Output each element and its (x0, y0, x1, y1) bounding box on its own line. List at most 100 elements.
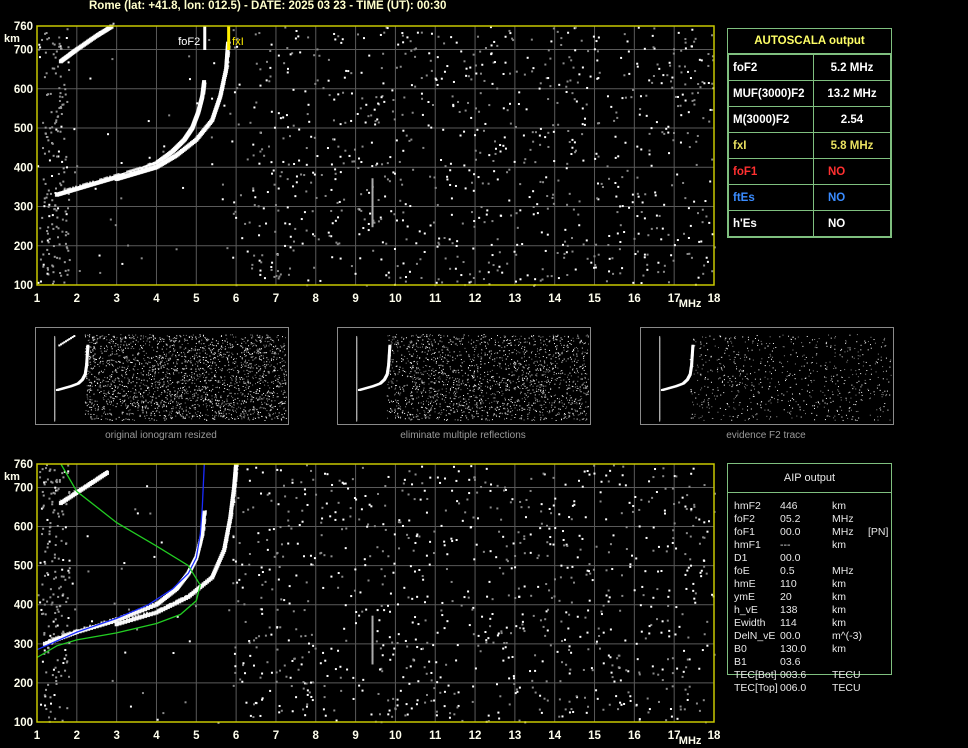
noise-speckles (37, 464, 716, 724)
autoscala-row: h'Es NO (728, 210, 891, 237)
aip-value: 003.6 (780, 669, 807, 681)
y-tick-label: 700 (14, 45, 33, 57)
y-tick-label: 760 (14, 21, 33, 33)
x-unit-label: MHz (679, 735, 702, 747)
y-unit-label: km (4, 33, 20, 45)
aip-unit: MHz (832, 526, 854, 538)
aip-name: DelN_vE (734, 630, 776, 642)
x-tick-label: 3 (113, 730, 119, 742)
autoscala-param-value: NO (813, 184, 891, 211)
aip-value: 446 (780, 500, 798, 512)
x-tick-label: 11 (429, 293, 442, 305)
autoscala-title: AUTOSCALA output (728, 29, 891, 54)
thumbnail-original (35, 327, 289, 425)
x-tick-label: 15 (588, 730, 601, 742)
autoscala-row: MUF(3000)F2 13.2 MHz (728, 80, 891, 107)
autoscala-output-panel: AUTOSCALA output foF2 5.2 MHz MUF(3000)F2 1… (727, 28, 892, 238)
aip-name: hmE (734, 578, 756, 590)
x-tick-label: 6 (233, 730, 239, 742)
autoscala-param-value: 5.2 MHz (813, 54, 891, 81)
thumbnail-caption-evidence: evidence F2 trace (726, 430, 806, 441)
aip-name: Ewidth (734, 617, 766, 629)
aip-value: 00.0 (780, 630, 801, 642)
marker-fxI (227, 26, 231, 50)
y-tick-label: 100 (14, 717, 33, 729)
aip-value: 114 (780, 617, 797, 629)
aip-name: D1 (734, 552, 748, 564)
thumbnail-eliminate-multiple (337, 327, 591, 425)
autoscala-param-value: NO (813, 158, 891, 185)
x-tick-label: 6 (233, 293, 239, 305)
y-tick-label: 200 (14, 241, 33, 253)
marker-label: foF2 (178, 36, 200, 48)
y-tick-label: 600 (14, 522, 33, 534)
x-tick-label: 13 (508, 293, 521, 305)
aip-name: h_vE (734, 604, 758, 616)
y-tick-label: 100 (14, 280, 33, 292)
aip-value: 006.0 (780, 682, 807, 694)
x-tick-label: 7 (273, 293, 279, 305)
aip-value: 130.0 (780, 643, 807, 655)
x-tick-label: 15 (588, 293, 601, 305)
aip-name: ymE (734, 591, 755, 603)
x-tick-label: 2 (74, 730, 80, 742)
x-tick-label: 4 (153, 293, 160, 305)
x-tick-label: 18 (708, 293, 721, 305)
autoscala-param-label: h'Es (728, 210, 814, 237)
aip-value: --- (780, 539, 791, 551)
noise-speckles (37, 26, 716, 287)
aip-name: foF1 (734, 526, 756, 538)
autoscala-row: foF2 5.2 MHz (728, 54, 891, 81)
thumbnail-caption-eliminate: eliminate multiple reflections (400, 430, 526, 441)
aip-value: 20 (780, 591, 792, 603)
aip-name: foF2 (734, 513, 756, 525)
x-tick-label: 8 (313, 293, 320, 305)
autoscala-param-label: M(3000)F2 (728, 106, 814, 133)
x-tick-label: 2 (74, 293, 80, 305)
aip-value: 03.6 (780, 656, 801, 668)
aip-name: TEC[Bot] (734, 669, 777, 681)
x-tick-label: 9 (352, 293, 358, 305)
aip-name: B1 (734, 656, 747, 668)
aip-name: TEC[Top] (734, 682, 778, 694)
x-tick-label: 5 (193, 293, 200, 305)
aip-extra: [PN] (868, 526, 889, 538)
aip-name: foE (734, 565, 750, 577)
aip-unit: km (832, 617, 846, 629)
y-tick-label: 300 (14, 639, 33, 651)
autoscala-row: ftEs NO (728, 184, 891, 211)
y-unit-label: km (4, 471, 20, 483)
aip-value: 0.5 (780, 565, 795, 577)
autoscala-param-label: foF1 (728, 158, 814, 185)
marker-foF2 (203, 26, 207, 50)
y-tick-label: 400 (14, 162, 33, 174)
aip-unit: km (832, 539, 846, 551)
autoscala-param-value: 2.54 (813, 106, 891, 133)
autoscala-param-value: NO (813, 210, 891, 237)
aip-unit: TECU (832, 669, 861, 681)
aip-name: hmF1 (734, 539, 761, 551)
aip-value: 00.0 (780, 526, 801, 538)
autoscala-table: foF2 5.2 MHz MUF(3000)F2 13.2 MHz M(3000)F2 2… (728, 54, 891, 237)
aip-unit: MHz (832, 565, 854, 577)
autoscala-param-label: ftEs (728, 184, 814, 211)
aip-unit: MHz (832, 513, 854, 525)
y-tick-label: 500 (14, 123, 33, 135)
x-tick-label: 8 (313, 730, 320, 742)
autoscala-row: fxI 5.8 MHz (728, 132, 891, 159)
aip-unit: km (832, 591, 846, 603)
aip-name: hmF2 (734, 500, 761, 512)
x-tick-label: 16 (628, 730, 641, 742)
x-tick-label: 13 (508, 730, 521, 742)
thumbnail-evidence-f2 (640, 327, 894, 425)
aip-value: 05.2 (780, 513, 801, 525)
y-tick-label: 300 (14, 202, 33, 214)
y-tick-label: 500 (14, 561, 33, 573)
autoscala-param-label: MUF(3000)F2 (728, 80, 814, 107)
x-tick-label: 10 (389, 293, 402, 305)
x-tick-label: 14 (548, 293, 561, 305)
aip-unit: km (832, 604, 846, 616)
x-tick-label: 14 (548, 730, 561, 742)
y-tick-label: 400 (14, 600, 33, 612)
aip-unit: TECU (832, 682, 861, 694)
